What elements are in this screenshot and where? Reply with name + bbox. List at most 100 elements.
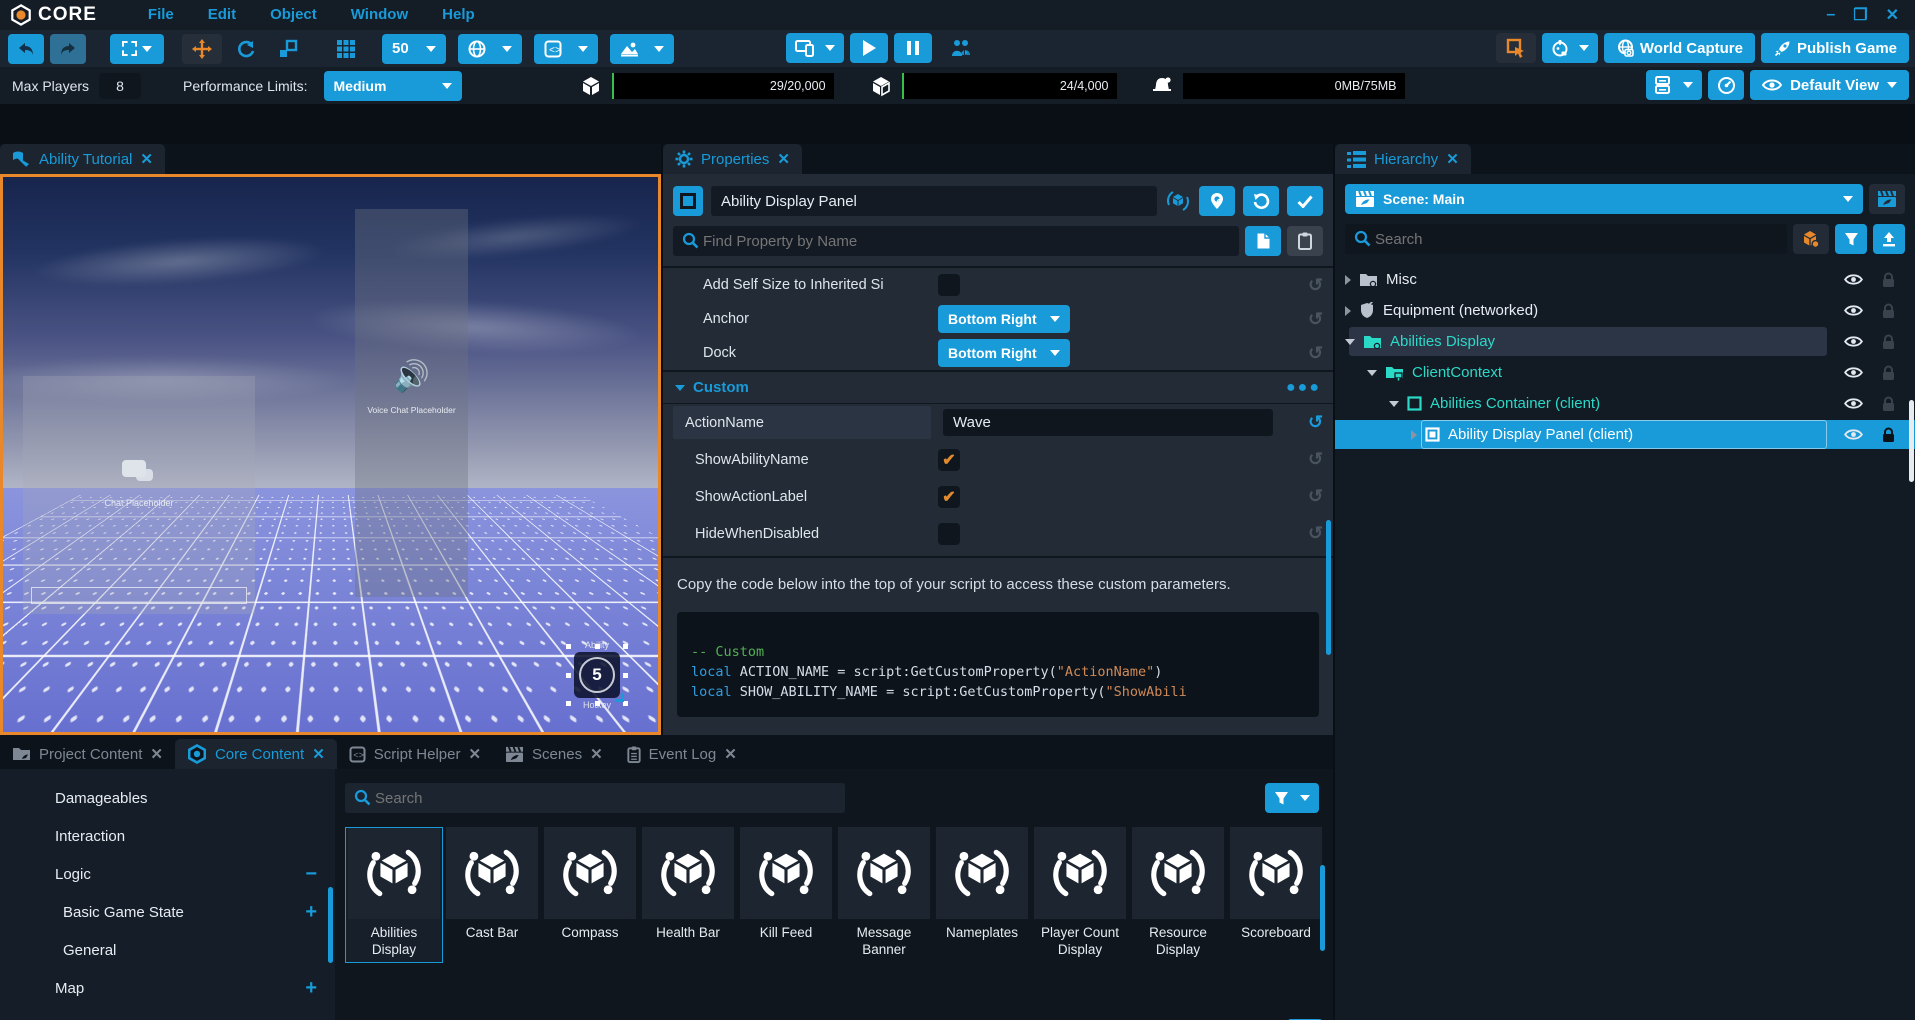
- find-property-input[interactable]: [673, 226, 1239, 256]
- dropdown[interactable]: Bottom Right: [938, 339, 1070, 367]
- checkbox[interactable]: ✔: [938, 449, 960, 471]
- checkbox[interactable]: [938, 523, 960, 545]
- grid-snap-button[interactable]: [328, 34, 364, 64]
- hierarchy-node[interactable]: Abilities Container (client): [1335, 388, 1915, 419]
- reset-all-button[interactable]: [1243, 186, 1279, 216]
- expand-icon[interactable]: +: [305, 901, 317, 924]
- object-name-input[interactable]: [711, 186, 1157, 216]
- view-layout-dropdown[interactable]: [1646, 70, 1702, 100]
- tab-hierarchy[interactable]: Hierarchy ✕: [1335, 144, 1471, 174]
- grid-size-dropdown[interactable]: 50: [382, 34, 446, 64]
- tree-caret-icon[interactable]: [1367, 370, 1377, 376]
- terrain-dropdown[interactable]: [610, 34, 674, 64]
- reset-property-icon[interactable]: ↻: [1308, 343, 1323, 364]
- world-capture-button[interactable]: World Capture: [1604, 33, 1755, 63]
- checkbox[interactable]: [938, 274, 960, 296]
- menu-object[interactable]: Object: [270, 6, 317, 23]
- hierarchy-node[interactable]: Ability Display Panel (client): [1335, 419, 1915, 450]
- category-item[interactable]: Logic−: [0, 855, 335, 893]
- collapse-icon[interactable]: −: [305, 863, 317, 886]
- eye-icon[interactable]: [1844, 366, 1863, 379]
- lock-icon[interactable]: [1882, 334, 1895, 350]
- tab-close-icon[interactable]: ✕: [1446, 150, 1459, 168]
- hierarchy-node[interactable]: ClientContext: [1335, 357, 1915, 388]
- selection-mode-dropdown[interactable]: [110, 34, 164, 64]
- hierarchy-node[interactable]: Misc: [1335, 264, 1915, 295]
- tree-caret-icon[interactable]: [1345, 339, 1355, 345]
- paste-properties-button[interactable]: [1287, 226, 1323, 256]
- tab-close-icon[interactable]: ✕: [150, 745, 163, 763]
- script-dropdown[interactable]: <>: [534, 34, 598, 64]
- content-item[interactable]: Nameplates: [933, 827, 1031, 963]
- tab-core-content[interactable]: Core Content✕: [175, 739, 337, 769]
- tab-close-icon[interactable]: ✕: [140, 150, 153, 168]
- checkbox[interactable]: ✔: [938, 486, 960, 508]
- tab-event-log[interactable]: Event Log✕: [615, 739, 749, 769]
- publish-game-button[interactable]: Publish Game: [1761, 33, 1909, 63]
- reset-property-icon[interactable]: ↻: [1308, 309, 1323, 330]
- content-item[interactable]: Cast Bar: [443, 827, 541, 963]
- reset-property-icon[interactable]: ↻: [1308, 449, 1323, 470]
- tab-scenes[interactable]: Scenes✕: [493, 739, 615, 769]
- apply-button[interactable]: [1287, 186, 1323, 216]
- content-filter-dropdown[interactable]: [1265, 783, 1319, 813]
- tab-close-icon[interactable]: ✕: [590, 745, 603, 763]
- networked-filter-button[interactable]: [1793, 224, 1829, 254]
- max-players-input[interactable]: [99, 73, 141, 99]
- preview-device-dropdown[interactable]: [786, 33, 844, 63]
- tab-properties[interactable]: Properties ✕: [663, 144, 802, 174]
- category-item[interactable]: Basic Game State+: [0, 893, 335, 931]
- cursor-select-button[interactable]: [1496, 33, 1536, 63]
- viewport-3d-scene[interactable]: Chat Placeholder 🔊 Voice Chat Placeholde…: [0, 174, 661, 735]
- properties-scrollbar[interactable]: [1326, 520, 1331, 655]
- undo-button[interactable]: [8, 34, 44, 64]
- tree-caret-icon[interactable]: [1345, 275, 1351, 285]
- eye-icon[interactable]: [1844, 304, 1863, 317]
- tab-close-icon[interactable]: ✕: [312, 745, 325, 763]
- category-item[interactable]: Damageables: [0, 779, 335, 817]
- world-settings-dropdown[interactable]: [458, 34, 522, 64]
- find-in-hierarchy-button[interactable]: [1199, 186, 1235, 216]
- content-item[interactable]: Resource Display: [1129, 827, 1227, 963]
- content-search-input[interactable]: [345, 783, 845, 813]
- reset-property-icon[interactable]: ↻: [1308, 412, 1323, 433]
- play-button[interactable]: [850, 33, 888, 63]
- lock-icon[interactable]: [1882, 427, 1895, 443]
- scene-dropdown[interactable]: Scene: Main: [1345, 184, 1863, 214]
- tab-script-helper[interactable]: <>Script Helper✕: [337, 739, 493, 769]
- copy-properties-button[interactable]: [1245, 226, 1281, 256]
- performance-gauge-button[interactable]: [1708, 70, 1744, 100]
- lock-icon[interactable]: [1882, 272, 1895, 288]
- tree-caret-icon[interactable]: [1345, 306, 1351, 316]
- menu-file[interactable]: File: [148, 6, 174, 23]
- category-scrollbar[interactable]: [328, 887, 333, 963]
- minimize-icon[interactable]: –: [1826, 6, 1835, 24]
- scene-manager-button[interactable]: [1869, 184, 1905, 214]
- hierarchy-search-input[interactable]: [1345, 224, 1787, 254]
- tree-caret-icon[interactable]: [1389, 401, 1399, 407]
- pause-button[interactable]: [894, 33, 932, 63]
- content-item[interactable]: Scoreboard: [1227, 827, 1325, 963]
- menu-edit[interactable]: Edit: [208, 6, 236, 23]
- content-item[interactable]: Compass: [541, 827, 639, 963]
- tab-close-icon[interactable]: ✕: [777, 150, 790, 168]
- content-item[interactable]: Abilities Display: [345, 827, 443, 963]
- lock-icon[interactable]: [1882, 396, 1895, 412]
- content-item[interactable]: Player Count Display: [1031, 827, 1129, 963]
- hierarchy-scrollbar[interactable]: [1909, 400, 1914, 482]
- multiplayer-preview-button[interactable]: [942, 33, 980, 63]
- default-view-dropdown[interactable]: Default View: [1750, 70, 1909, 100]
- hierarchy-filter-button[interactable]: [1835, 224, 1867, 254]
- menu-window[interactable]: Window: [351, 6, 408, 23]
- hierarchy-node[interactable]: Equipment (networked): [1335, 295, 1915, 326]
- content-item[interactable]: Message Banner: [835, 827, 933, 963]
- dropdown[interactable]: Bottom Right: [938, 305, 1070, 333]
- category-item[interactable]: General: [0, 931, 335, 969]
- export-button[interactable]: [1873, 224, 1905, 254]
- custom-params-code-block[interactable]: -- Customlocal ACTION_NAME = script:GetC…: [677, 612, 1319, 717]
- tree-caret-icon[interactable]: [1411, 430, 1417, 440]
- content-item[interactable]: Health Bar: [639, 827, 737, 963]
- performance-limits-dropdown[interactable]: Medium: [324, 71, 462, 101]
- bot-mode-dropdown[interactable]: [1542, 33, 1598, 63]
- expand-icon[interactable]: +: [305, 977, 317, 1000]
